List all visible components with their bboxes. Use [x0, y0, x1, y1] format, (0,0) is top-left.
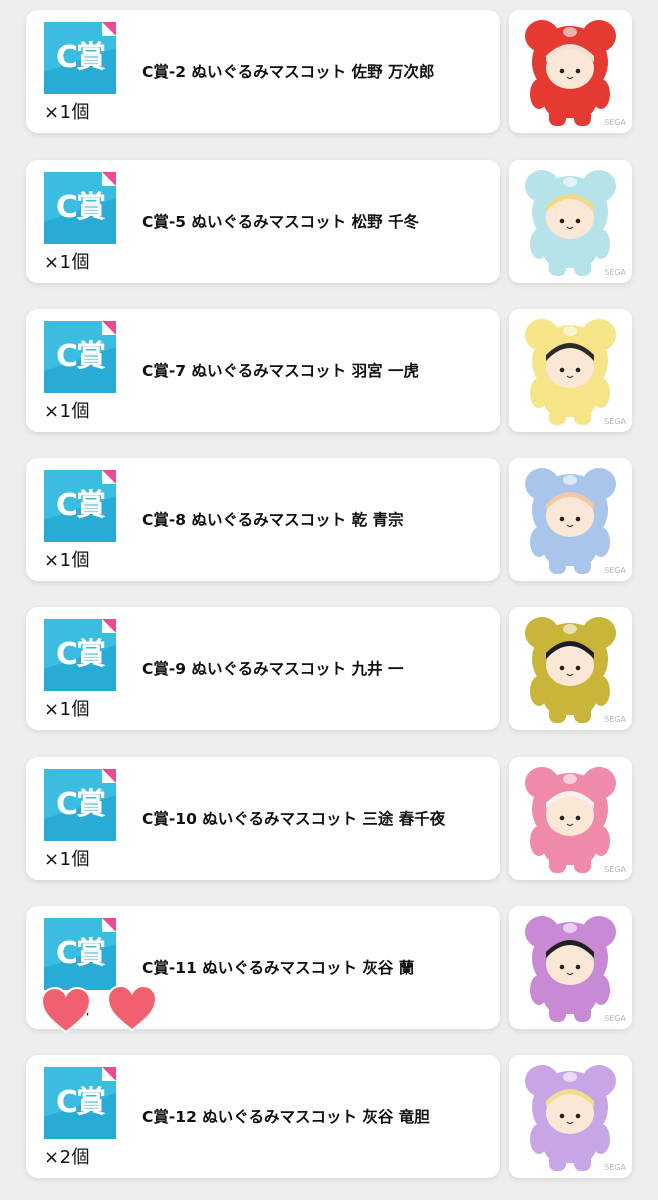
prize-card[interactable]: C賞 ×1個 C賞-9 ぬいぐるみマスコット 九井 一: [26, 607, 500, 730]
watermark: SEGA: [604, 566, 626, 575]
watermark: SEGA: [604, 118, 626, 127]
prize-grade-c-icon: C賞: [44, 321, 116, 393]
plush-thumbnail[interactable]: SEGA: [509, 757, 632, 880]
plush-thumbnail[interactable]: SEGA: [509, 1055, 632, 1178]
watermark: SEGA: [604, 1163, 626, 1172]
watermark: SEGA: [604, 417, 626, 426]
prize-name: C賞-11 ぬいぐるみマスコット 灰谷 蘭: [142, 958, 415, 977]
prize-card[interactable]: C賞 ×1個 C賞-2 ぬいぐるみマスコット 佐野 万次郎: [26, 10, 500, 133]
prize-row[interactable]: C賞 ×2個 C賞-12 ぬいぐるみマスコット 灰谷 竜胆 SEGA: [0, 1055, 658, 1179]
prize-name: C賞-9 ぬいぐるみマスコット 九井 一: [142, 659, 404, 678]
prize-name: C賞-5 ぬいぐるみマスコット 松野 千冬: [142, 212, 419, 231]
prize-row[interactable]: C賞 ×1個 C賞-10 ぬいぐるみマスコット 三途 春千夜 SEGA: [0, 757, 658, 881]
prize-row[interactable]: C賞 ×1個 C賞-5 ぬいぐるみマスコット 松野 千冬 SEGA: [0, 160, 658, 284]
plush-thumbnail[interactable]: SEGA: [509, 906, 632, 1029]
prize-quantity: ×1個: [44, 102, 91, 123]
plush-mascot-image: [525, 468, 616, 574]
prize-card[interactable]: C賞 ×1個 C賞-8 ぬいぐるみマスコット 乾 青宗: [26, 458, 500, 581]
plush-mascot-image: [525, 916, 616, 1022]
prize-quantity: ×1個: [44, 699, 91, 720]
prize-row[interactable]: C賞 ×1個 C賞-9 ぬいぐるみマスコット 九井 一 SEGA: [0, 607, 658, 731]
prize-name: C賞-8 ぬいぐるみマスコット 乾 青宗: [142, 510, 404, 529]
plush-thumbnail[interactable]: SEGA: [509, 10, 632, 133]
prize-card[interactable]: C賞 ×1個 C賞-11 ぬいぐるみマスコット 灰谷 蘭: [26, 906, 500, 1029]
plush-thumbnail[interactable]: SEGA: [509, 160, 632, 283]
prize-name: C賞-2 ぬいぐるみマスコット 佐野 万次郎: [142, 62, 435, 81]
plush-thumbnail[interactable]: SEGA: [509, 458, 632, 581]
prize-row[interactable]: C賞 ×1個 C賞-7 ぬいぐるみマスコット 羽宮 一虎 SEGA: [0, 309, 658, 433]
prize-row[interactable]: C賞 ×1個 C賞-2 ぬいぐるみマスコット 佐野 万次郎 SEGA: [0, 10, 658, 134]
plush-thumbnail[interactable]: SEGA: [509, 607, 632, 730]
badge-label: C賞: [56, 339, 106, 374]
prize-name: C賞-7 ぬいぐるみマスコット 羽宮 一虎: [142, 361, 419, 380]
plush-mascot-image: [525, 767, 616, 873]
plush-mascot-image: [525, 1065, 616, 1171]
watermark: SEGA: [604, 1014, 626, 1023]
badge-label: C賞: [56, 40, 106, 75]
prize-card[interactable]: C賞 ×1個 C賞-7 ぬいぐるみマスコット 羽宮 一虎: [26, 309, 500, 432]
prize-card[interactable]: C賞 ×1個 C賞-10 ぬいぐるみマスコット 三途 春千夜: [26, 757, 500, 880]
badge-label: C賞: [56, 190, 106, 225]
prize-card[interactable]: C賞 ×1個 C賞-5 ぬいぐるみマスコット 松野 千冬: [26, 160, 500, 283]
plush-mascot-image: [525, 319, 616, 425]
prize-quantity: ×1個: [44, 849, 91, 870]
plush-thumbnail[interactable]: SEGA: [509, 309, 632, 432]
prize-quantity: ×1個: [44, 550, 91, 571]
prize-quantity: ×1個: [44, 998, 91, 1019]
prize-card[interactable]: C賞 ×2個 C賞-12 ぬいぐるみマスコット 灰谷 竜胆: [26, 1055, 500, 1178]
prize-grade-c-icon: C賞: [44, 1067, 116, 1139]
prize-name: C賞-12 ぬいぐるみマスコット 灰谷 竜胆: [142, 1107, 430, 1126]
badge-label: C賞: [56, 936, 106, 971]
badge-label: C賞: [56, 637, 106, 672]
badge-label: C賞: [56, 488, 106, 523]
prize-row[interactable]: C賞 ×1個 C賞-11 ぬいぐるみマスコット 灰谷 蘭 SEGA: [0, 906, 658, 1030]
watermark: SEGA: [604, 268, 626, 277]
prize-grade-c-icon: C賞: [44, 172, 116, 244]
watermark: SEGA: [604, 865, 626, 874]
prize-grade-c-icon: C賞: [44, 769, 116, 841]
plush-mascot-image: [525, 20, 616, 126]
prize-row[interactable]: C賞 ×1個 C賞-8 ぬいぐるみマスコット 乾 青宗 SEGA: [0, 458, 658, 582]
watermark: SEGA: [604, 715, 626, 724]
plush-mascot-image: [525, 170, 616, 276]
prize-quantity: ×1個: [44, 252, 91, 273]
prize-grade-c-icon: C賞: [44, 619, 116, 691]
prize-grade-c-icon: C賞: [44, 918, 116, 990]
prize-name: C賞-10 ぬいぐるみマスコット 三途 春千夜: [142, 809, 446, 828]
prize-grade-c-icon: C賞: [44, 470, 116, 542]
prize-quantity: ×2個: [44, 1147, 91, 1168]
badge-label: C賞: [56, 1085, 106, 1120]
plush-mascot-image: [525, 617, 616, 723]
prize-grade-c-icon: C賞: [44, 22, 116, 94]
badge-label: C賞: [56, 787, 106, 822]
prize-quantity: ×1個: [44, 401, 91, 422]
